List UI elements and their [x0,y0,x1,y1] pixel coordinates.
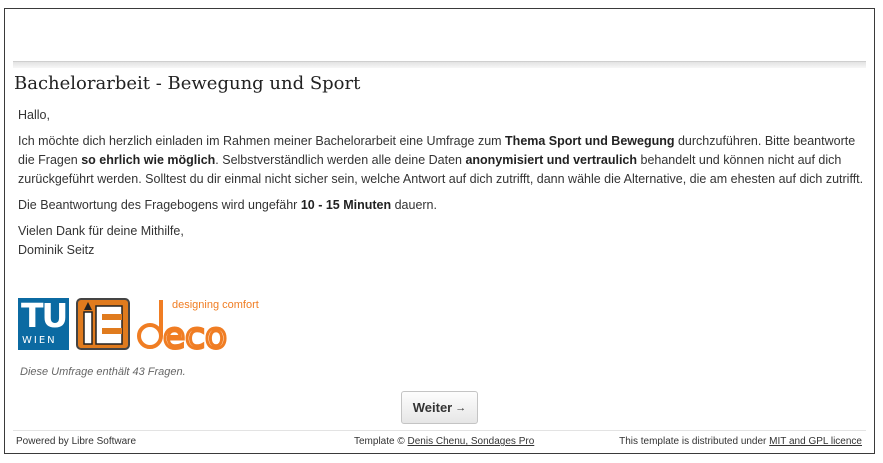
template-author-link[interactable]: Denis Chenu, Sondages Pro [408,436,535,447]
ie-logo [76,298,130,350]
header-bar [13,61,866,68]
intro-bold-1: Thema Sport und Bewegung [505,134,675,148]
thanks-text: Vielen Dank für deine Mithilfe, [18,224,184,238]
licence-prefix: This template is distributed under [619,436,770,447]
intro-text-1: Ich möchte dich herzlich einladen im Rah… [18,134,506,148]
duration-text-2: dauern. [391,198,437,212]
wien-logo-text: WIEN [22,335,57,346]
duration-paragraph: Die Beantwortung des Fragebogens wird un… [18,196,864,215]
signature: Vielen Dank für deine Mithilfe, Dominik S… [18,222,864,260]
author-name: Dominik Seitz [18,243,95,257]
deco-logo: designing comfort eco [136,294,276,359]
footer-powered-by: Powered by Libre Software [16,436,137,447]
svg-text:eco: eco [163,316,227,352]
duration-bold: 10 - 15 Minuten [300,198,392,212]
tu-wien-logo: TU WIEN [18,296,69,350]
licence-link[interactable]: MIT and GPL licence [769,436,862,447]
question-count: Diese Umfrage enthält 43 Fragen. [20,366,186,378]
footer-licence: This template is distributed under MIT a… [619,436,862,447]
footer-template-credit: Template © Denis Chenu, Sondages Pro [354,436,534,447]
next-button[interactable]: Weiter → [401,391,478,424]
ie-logo-graphic [83,302,123,345]
svg-text:designing comfort: designing comfort [172,299,259,311]
survey-title: Bachelorarbeit - Bewegung und Sport [14,73,361,94]
next-button-label: Weiter [412,400,453,415]
intro-paragraph: Ich möchte dich herzlich einladen im Rah… [18,132,864,189]
intro-bold-3: anonymisiert und vertraulich [465,153,638,167]
tu-logo-text: TU [21,296,68,335]
survey-description: Hallo, Ich möchte dich herzlich einladen… [18,106,864,267]
intro-text-3: . Selbstverständlich werden alle deine D… [215,153,466,167]
deco-logo-graphic: designing comfort eco [137,299,259,359]
survey-frame: Bachelorarbeit - Bewegung und Sport Hall… [4,8,875,454]
template-credit-prefix: Template © [354,436,408,447]
intro-bold-2: so ehrlich wie möglich [81,153,216,167]
duration-text-1: Die Beantwortung des Fragebogens wird un… [18,198,301,212]
greeting-text: Hallo, [18,108,50,122]
footer-divider [13,430,866,431]
arrow-right-icon: → [455,401,467,414]
